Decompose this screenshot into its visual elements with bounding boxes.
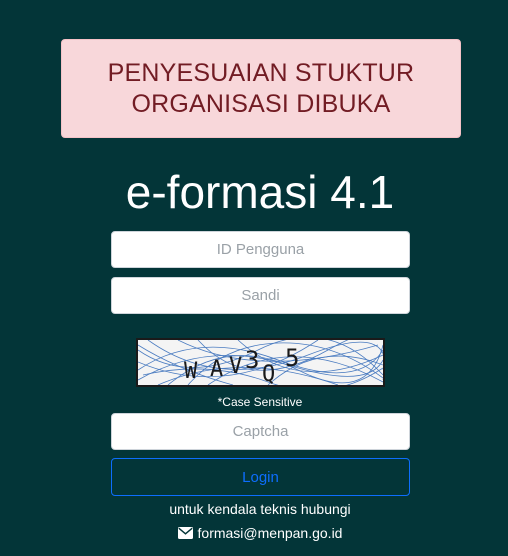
login-button[interactable]: Login [111,458,410,496]
envelope-icon [177,527,193,539]
captcha-noise-graphic: W A V 3 Q 5 [138,340,383,385]
announcement-text: PENYESUAIAN STUKTUR ORGANISASI DIBUKA [108,58,415,120]
password-input[interactable] [111,277,410,314]
app-title: e-formasi 4.1 [125,166,395,218]
contact-email-row: formasi@menpan.go.id [0,523,508,543]
case-sensitive-note: *Case Sensitive [217,395,303,409]
captcha-char: V [229,354,242,379]
captcha-char: 3 [245,346,259,374]
captcha-char: A [210,357,223,382]
announcement-line-1: PENYESUAIAN STUKTUR [107,58,415,87]
captcha-char: Q [262,362,275,385]
announcement-line-2: ORGANISASI DIBUKA [131,89,391,118]
help-text: untuk kendala teknis hubungi [169,501,351,517]
captcha-input[interactable] [111,413,410,450]
user-id-input[interactable] [111,231,410,268]
captcha-char: W [184,359,198,384]
captcha-char: 5 [285,344,299,372]
announcement-alert: PENYESUAIAN STUKTUR ORGANISASI DIBUKA [61,39,461,138]
captcha-image: W A V 3 Q 5 [136,338,385,387]
login-page: PENYESUAIAN STUKTUR ORGANISASI DIBUKA e-… [0,0,508,556]
contact-email-link[interactable]: formasi@menpan.go.id [198,523,343,543]
